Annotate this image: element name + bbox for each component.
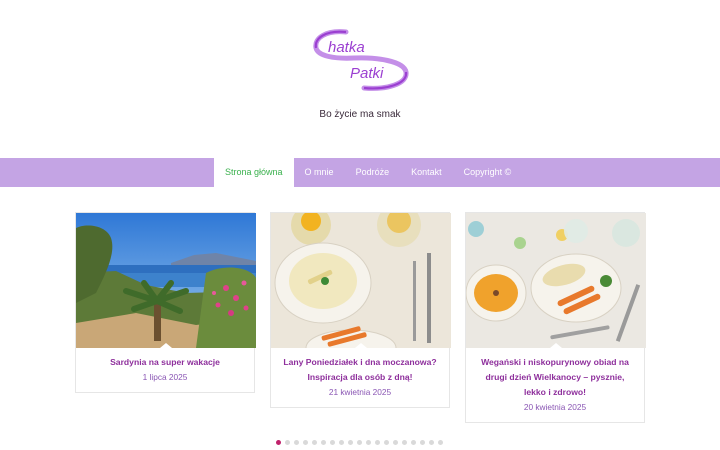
carousel-dot[interactable]	[294, 440, 299, 445]
post-title[interactable]: Lany Poniedziałek i dna moczanowa? Inspi…	[279, 355, 441, 385]
post-card[interactable]: Wegański i niskopurynowy obiad na drugi …	[465, 212, 646, 423]
carousel-dot[interactable]	[420, 440, 425, 445]
main-nav: Strona główna O mnie Podróże Kontakt Cop…	[214, 158, 522, 187]
nav-item-about[interactable]: O mnie	[294, 158, 345, 187]
carousel-dot[interactable]	[276, 440, 281, 445]
nav-item-copyright[interactable]: Copyright ©	[453, 158, 523, 187]
carousel-dot[interactable]	[402, 440, 407, 445]
carousel-dot[interactable]	[285, 440, 290, 445]
site-logo[interactable]: hatka Patki	[312, 28, 410, 92]
carousel-dot[interactable]	[312, 440, 317, 445]
card-pointer	[550, 343, 562, 348]
carousel-dot[interactable]	[303, 440, 308, 445]
carousel-dot[interactable]	[429, 440, 434, 445]
carousel-dot[interactable]	[438, 440, 443, 445]
carousel-dot[interactable]	[330, 440, 335, 445]
carousel-dot[interactable]	[411, 440, 416, 445]
carousel-dot[interactable]	[348, 440, 353, 445]
carousel-dot[interactable]	[384, 440, 389, 445]
nav-item-home[interactable]: Strona główna	[214, 158, 294, 187]
post-image-soup[interactable]	[271, 213, 451, 348]
post-date: 21 kwietnia 2025	[328, 387, 392, 397]
card-pointer	[355, 343, 367, 348]
logo-text-line1: hatka	[328, 39, 365, 56]
card-pointer	[160, 343, 172, 348]
post-card[interactable]: Sardynia na super wakacje 1 lipca 2025	[75, 212, 256, 393]
carousel-dot[interactable]	[321, 440, 326, 445]
main-nav-bar: Strona główna O mnie Podróże Kontakt Cop…	[0, 158, 720, 187]
post-image-easter-dinner[interactable]	[466, 213, 646, 348]
carousel-dot[interactable]	[339, 440, 344, 445]
nav-item-travel[interactable]: Podróże	[345, 158, 401, 187]
post-title[interactable]: Sardynia na super wakacje	[84, 355, 246, 370]
logo-text-line2: Patki	[350, 65, 384, 82]
post-image-sardinia[interactable]	[76, 213, 256, 348]
post-date: 20 kwietnia 2025	[523, 402, 587, 412]
carousel-dot[interactable]	[375, 440, 380, 445]
carousel-dot[interactable]	[357, 440, 362, 445]
nav-item-contact[interactable]: Kontakt	[400, 158, 453, 187]
carousel-pagination	[276, 440, 443, 445]
site-tagline: Bo życie ma smak	[319, 109, 401, 120]
carousel-dot[interactable]	[393, 440, 398, 445]
logo-graphic: hatka Patki	[313, 29, 409, 91]
carousel-dot[interactable]	[366, 440, 371, 445]
post-date: 1 lipca 2025	[142, 372, 188, 382]
post-title[interactable]: Wegański i niskopurynowy obiad na drugi …	[474, 355, 636, 400]
post-card[interactable]: Lany Poniedziałek i dna moczanowa? Inspi…	[270, 212, 451, 408]
